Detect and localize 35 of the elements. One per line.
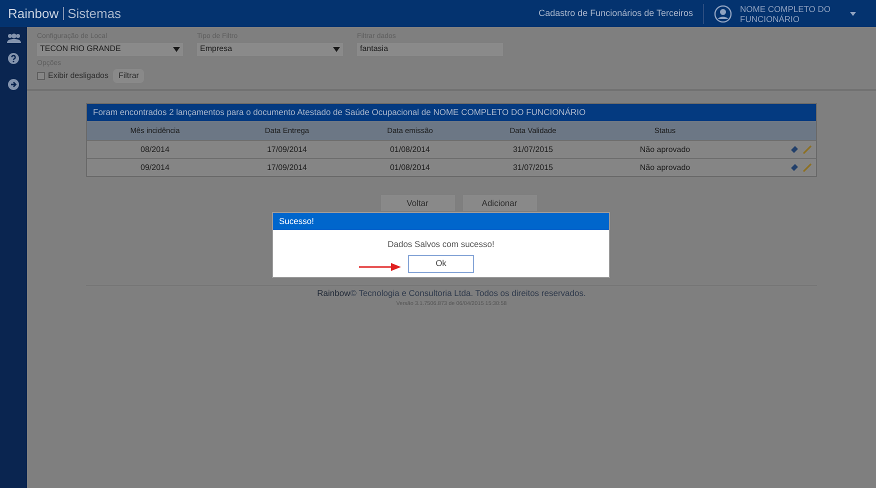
- action-button[interactable]: Adicionar: [462, 195, 536, 211]
- arrow-right-icon[interactable]: [8, 79, 19, 90]
- user-avatar-icon: [714, 4, 732, 22]
- user-name[interactable]: NOME COMPLETO DO FUNCIONÁRIO: [740, 4, 840, 24]
- table-caption: Foram encontrados 2 lançamentos para o documento Atestado de Saúde Ocupacional de NOME COMPLETO DO FUNCIONÁRIO: [87, 104, 816, 121]
- table-cell-text: 01/08/2014: [388, 162, 432, 174]
- table-cell-text: Não aprovado: [638, 144, 692, 156]
- help-icon[interactable]: [8, 53, 19, 64]
- caret-icon[interactable]: [850, 12, 856, 16]
- table-cell-text: 01/08/2014: [388, 144, 432, 156]
- checkbox[interactable]: [37, 72, 45, 80]
- checkbox-label[interactable]: Exibir desligados: [48, 70, 108, 82]
- dialog-message: Dados Salvos com sucesso!: [386, 238, 496, 251]
- users-icon[interactable]: [6, 33, 20, 44]
- brand-name: Rainbow: [8, 4, 59, 23]
- caret-icon: [173, 46, 180, 52]
- action-button[interactable]: Voltar: [380, 195, 454, 211]
- filter-button[interactable]: Filtrar: [113, 69, 144, 83]
- table-cell-text: 09/2014: [140, 162, 170, 174]
- table-cell-text: 17/09/2014: [266, 144, 308, 156]
- dialog-title: Sucesso!: [273, 213, 609, 230]
- page-title: Cadastro de Funcionários de Terceiros: [538, 6, 694, 20]
- ok-button[interactable]: Ok: [408, 254, 474, 273]
- table-cell-text: 31/07/2015: [512, 162, 554, 174]
- copyright-text: Rainbow© Tecnologia e Consultoria Ltda. Todos os direitos reservados.: [317, 287, 586, 300]
- caret-icon: [333, 46, 340, 52]
- annotation-arrow: [359, 263, 401, 271]
- product-name: Sistemas: [68, 4, 122, 23]
- select-field[interactable]: Empresa: [197, 42, 343, 56]
- table-cell-text: 31/07/2015: [512, 144, 554, 156]
- table-cell-text: 17/09/2014: [266, 162, 308, 174]
- table-cell-text: 08/2014: [140, 144, 170, 156]
- input-field[interactable]: fantasia: [357, 42, 503, 56]
- table-cell-text: Não aprovado: [638, 162, 692, 174]
- select-field[interactable]: TECON RIO GRANDE: [37, 42, 183, 56]
